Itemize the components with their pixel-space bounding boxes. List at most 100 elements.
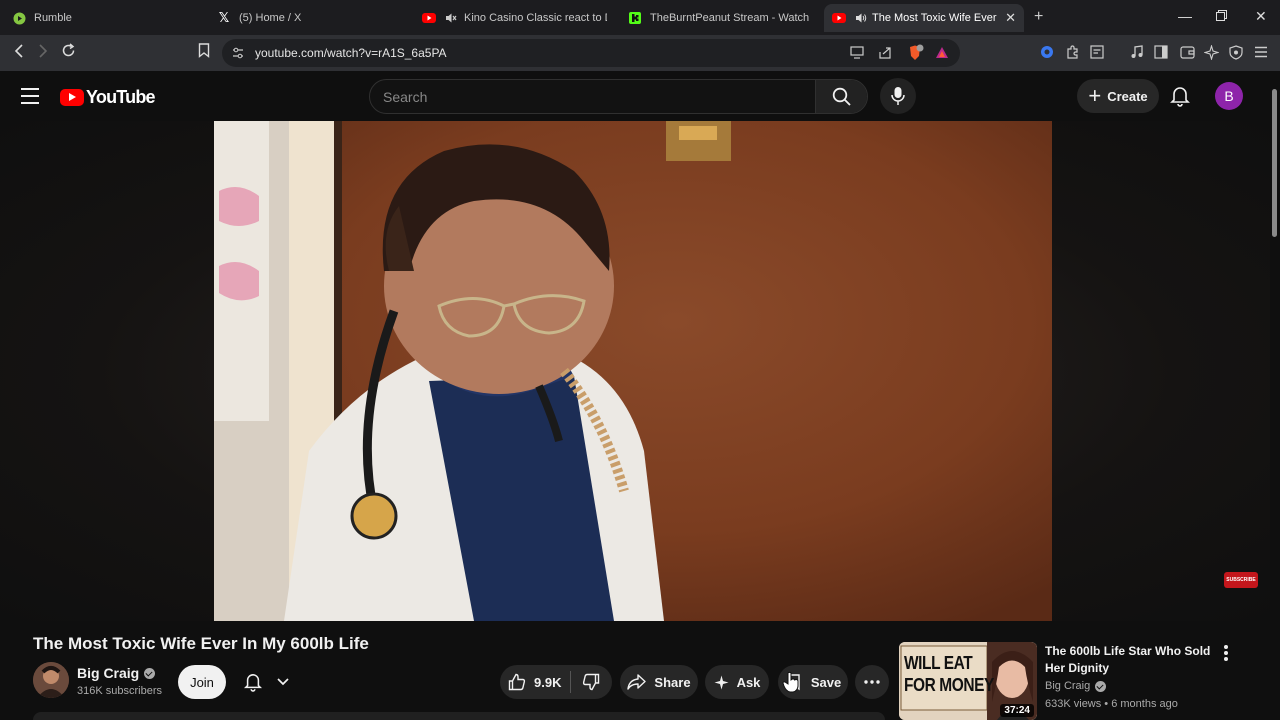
video-frame-image [214,121,1052,621]
tab-burntpeanut[interactable]: TheBurntPeanut Stream - Watch Live [628,4,812,32]
share-label: Share [654,674,691,690]
thumbs-up-icon [508,673,526,691]
guide-menu-icon[interactable] [21,88,39,109]
verified-check-icon [144,667,156,679]
youtube-icon [832,11,846,25]
tab-x-home[interactable]: 𝕏 (5) Home / X [217,4,407,32]
x-icon: 𝕏 [218,10,230,25]
site-settings-icon[interactable] [231,46,245,65]
channel-avatar[interactable] [33,662,69,698]
thumbnail-line-2: FOR MONEY [904,675,994,695]
dislike-button[interactable] [571,673,611,691]
join-button[interactable]: Join [178,665,226,699]
restore-icon[interactable] [1216,8,1227,24]
thumbnail-caption: WILL EAT FOR MONEY [904,652,994,696]
ask-label: Ask [736,674,761,690]
video-duration: 37:24 [1000,704,1034,717]
youtube-masthead: YouTube + Create B [0,71,1280,121]
more-vertical-icon[interactable] [1224,645,1230,663]
recommended-video-title[interactable]: The 600lb Life Star Who Sold Her Dignity [1045,643,1213,677]
subscribe-watermark[interactable]: SUBSCRIBE [1224,572,1258,588]
create-button[interactable]: + Create [1077,79,1159,113]
voice-search-button[interactable] [880,78,916,114]
search-button[interactable] [815,80,867,113]
bell-icon [1170,87,1190,107]
ask-button[interactable]: Ask [705,665,769,699]
url-text: youtube.com/watch?v=rA1S_6a5PA [255,46,447,60]
new-tab-icon[interactable]: + [1034,8,1043,26]
vpn-icon[interactable] [1039,44,1055,60]
save-label: Save [810,674,842,690]
leo-ai-icon[interactable] [1203,44,1219,60]
back-icon[interactable] [12,43,26,64]
page-scrollbar[interactable] [1270,71,1280,720]
subscription-notifications-button[interactable] [236,665,296,699]
reload-icon[interactable] [61,43,76,63]
thumbnail-line-1: WILL EAT [904,653,973,673]
browser-tab-bar: Rumble 𝕏 (5) Home / X Kino Casino Classi… [0,0,1280,35]
recommended-channel-link[interactable]: Big Craig [1045,680,1107,692]
sparkle-icon [714,675,729,689]
scrollbar-thumb[interactable] [1272,89,1277,237]
cast-icon[interactable] [850,46,864,64]
vpn-shield-icon[interactable] [1228,44,1244,60]
bookmark-icon[interactable] [198,43,210,63]
tab-youtube-active[interactable]: The Most Toxic Wife Ever In My ✕ [824,4,1024,32]
bell-icon [243,674,262,692]
youtube-play-icon [60,89,84,106]
brave-rewards-icon[interactable] [935,46,949,64]
browser-toolbar: youtube.com/watch?v=rA1S_6a5PA [0,35,1280,71]
kick-icon [628,11,642,25]
like-dislike-group: 9.9K [500,665,612,699]
media-icon[interactable] [1129,44,1145,60]
brave-shields-icon[interactable] [906,44,924,67]
tab-title: Kino Casino Classic react to DSPG [464,12,607,24]
tab-title: (5) Home / X [239,12,302,24]
search-input[interactable] [370,80,817,113]
menu-icon[interactable] [1253,44,1269,60]
muted-audio-icon[interactable] [444,11,458,25]
like-count: 9.9K [534,674,562,690]
close-window-icon[interactable]: ✕ [1255,8,1267,25]
minimize-icon[interactable]: — [1178,8,1192,24]
notifications-button[interactable] [1170,85,1190,112]
create-label: Create [1107,88,1148,104]
recommended-video-meta: 633K views • 6 months ago [1045,698,1178,710]
youtube-icon [422,11,436,25]
sidebar-icon[interactable] [1153,44,1169,60]
channel-name-link[interactable]: Big Craig [77,665,156,681]
like-button[interactable]: 9.9K [500,673,570,691]
tab-kino-casino[interactable]: Kino Casino Classic react to DSPG [422,4,607,32]
recommended-channel-name: Big Craig [1045,680,1091,692]
share-button[interactable]: Share [620,665,698,699]
plus-icon: + [1088,83,1102,108]
reader-mode-icon[interactable] [1089,44,1105,60]
account-avatar[interactable]: B [1215,82,1243,110]
channel-name: Big Craig [77,665,140,681]
forward-icon[interactable] [36,43,50,64]
search-icon [832,87,851,106]
video-title: The Most Toxic Wife Ever In My 600lb Lif… [33,634,369,653]
share-page-icon[interactable] [878,46,892,65]
share-icon [627,674,647,690]
rumble-icon [12,11,26,25]
wallet-icon[interactable] [1179,44,1195,60]
recommended-video-thumbnail[interactable]: WILL EAT FOR MONEY 37:24 [899,642,1037,720]
more-actions-button[interactable] [855,665,889,699]
close-tab-icon[interactable]: ✕ [1005,10,1016,26]
more-horizontal-icon [864,680,880,684]
video-player[interactable] [214,121,1052,621]
verified-check-icon [1095,680,1107,692]
thumbs-down-icon [582,673,600,691]
tab-rumble[interactable]: Rumble [12,4,202,32]
chevron-down-icon [276,678,289,686]
microphone-icon [891,87,905,105]
extensions-icon[interactable] [1064,44,1080,60]
tab-title: TheBurntPeanut Stream - Watch Live [650,12,812,24]
tab-title: Rumble [34,12,72,24]
youtube-logo[interactable]: YouTube [60,87,156,108]
address-bar[interactable]: youtube.com/watch?v=rA1S_6a5PA [222,39,960,67]
hand-cursor-icon [782,671,800,698]
audio-playing-icon[interactable] [854,11,868,25]
tab-title: The Most Toxic Wife Ever In My [872,12,999,24]
